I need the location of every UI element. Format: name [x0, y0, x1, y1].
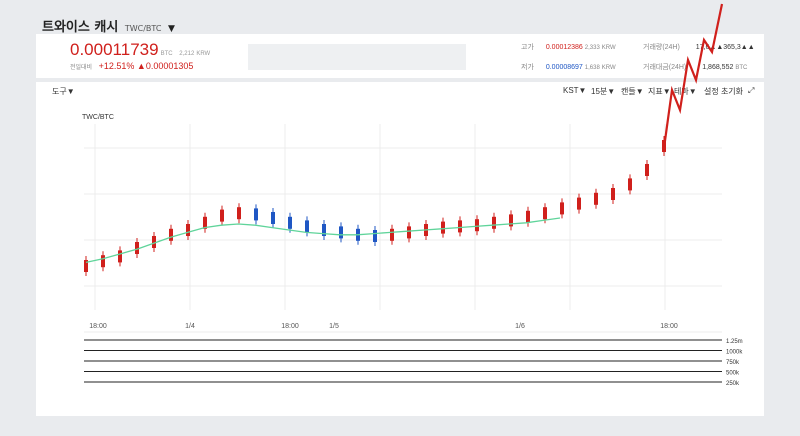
candle-body [339, 226, 343, 239]
candle-body [118, 250, 122, 263]
candle-body [611, 188, 615, 200]
candle-body [492, 216, 496, 229]
volume-axis-label: 500k [726, 371, 740, 377]
volume-axis-label: 1000k [726, 350, 743, 356]
volume-axis-label: 250k [726, 381, 740, 387]
price-chart[interactable]: 18:00 1/4 18:00 1/5 1/6 18:00 1.25m 1000k 750k 50… [0, 0, 800, 436]
x-tick-label: 1/5 [329, 323, 339, 330]
x-tick-label: 18:00 [281, 323, 299, 330]
candle-body [594, 192, 598, 205]
candle-body [373, 230, 377, 242]
candle-body [237, 207, 241, 220]
candle-body [186, 224, 190, 236]
candle-body [271, 212, 275, 224]
candle-body [288, 216, 292, 229]
candle-body [390, 228, 394, 241]
candle-body [458, 220, 462, 233]
candle-body [475, 219, 479, 232]
volume-axis-label: 750k [726, 360, 740, 366]
candle-body [254, 208, 258, 221]
candle-body [220, 209, 224, 222]
candle-body [543, 207, 547, 220]
volume-axis-label: 1.25m [726, 339, 743, 345]
price-spike-line [662, 3, 724, 149]
candle-body [101, 255, 105, 268]
candle-body [645, 164, 649, 176]
candle-body [441, 221, 445, 234]
x-tick-label: 18:00 [89, 323, 107, 330]
x-tick-label: 1/4 [185, 323, 195, 330]
candle-body [526, 210, 530, 223]
candle-body [305, 220, 309, 233]
candle-body [169, 228, 173, 241]
candle-body [628, 178, 632, 191]
candle-body [560, 202, 564, 215]
candle-body [577, 197, 581, 210]
candle-body [407, 226, 411, 239]
x-tick-label: 1/6 [515, 323, 525, 330]
x-tick-label: 18:00 [660, 323, 678, 330]
